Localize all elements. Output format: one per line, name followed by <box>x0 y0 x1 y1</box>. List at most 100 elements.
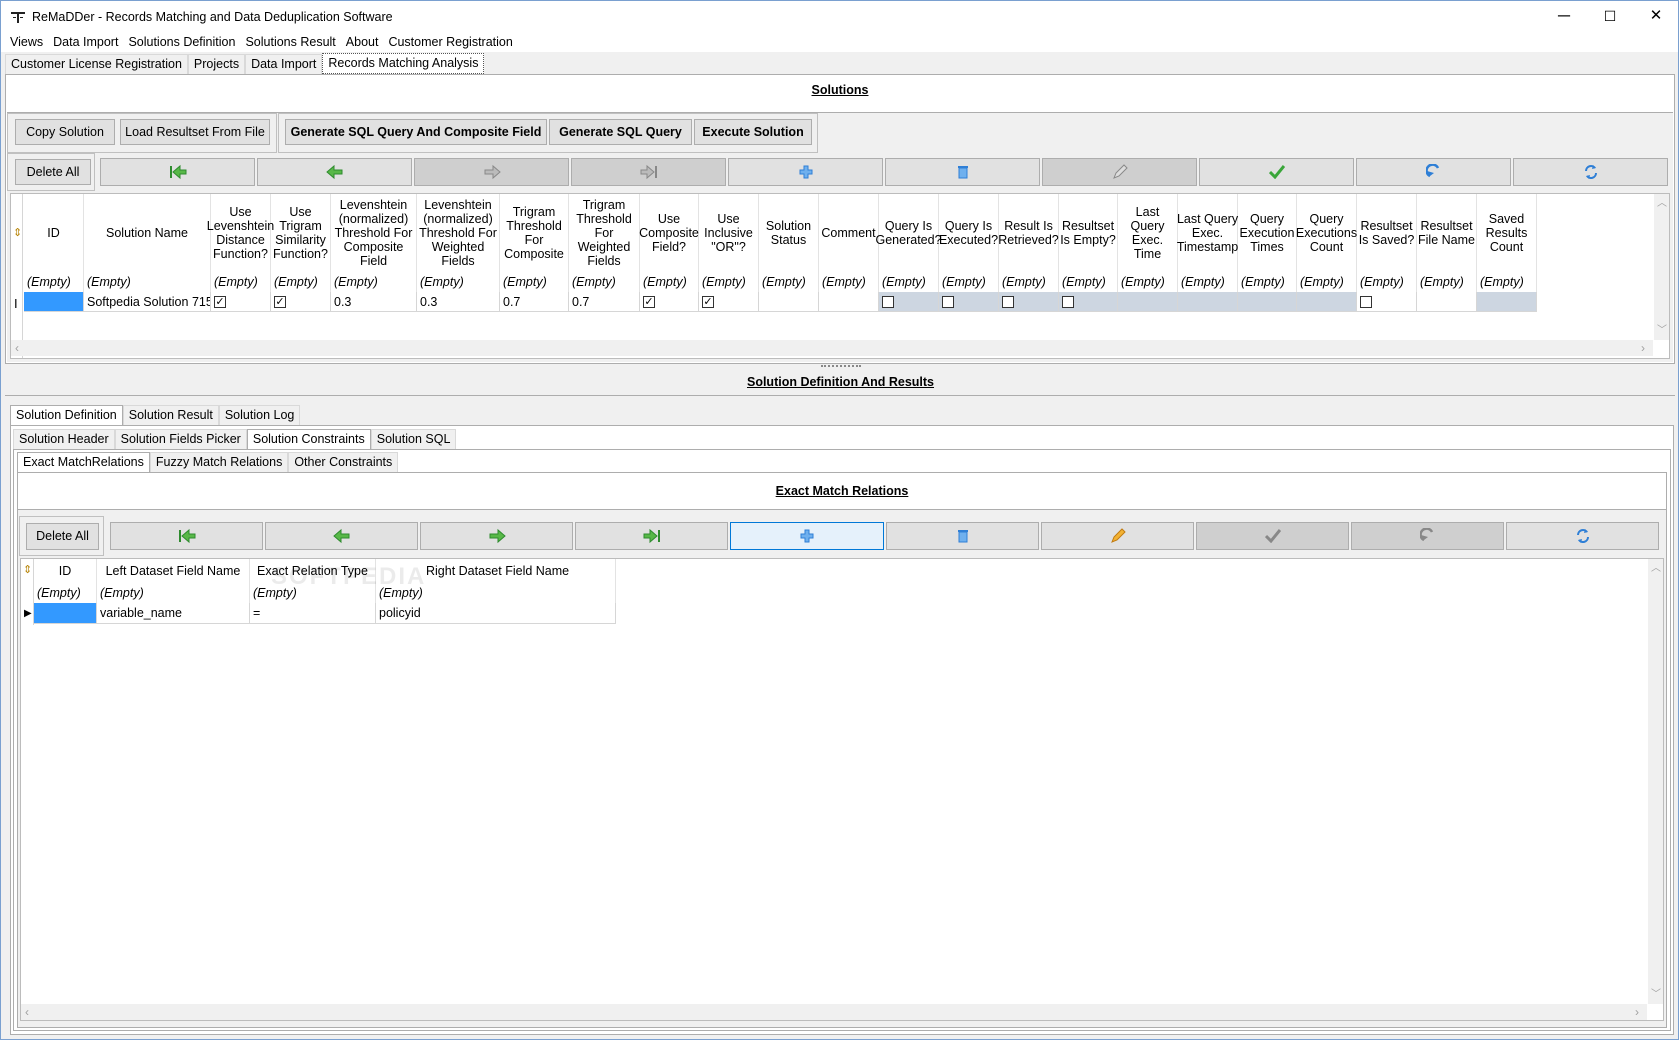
tab-data-import[interactable]: Data Import <box>245 54 323 74</box>
cell-query-generated[interactable] <box>879 292 939 312</box>
tab-projects[interactable]: Projects <box>187 54 246 74</box>
cell-use-inclusive-or[interactable]: ✓ <box>699 292 759 312</box>
tab-exact-match-relations[interactable]: Exact MatchRelations <box>17 452 150 472</box>
scroll-right-icon[interactable]: › <box>1641 340 1645 356</box>
col-header-resultset-saved[interactable]: Resultset Is Saved? <box>1357 194 1417 272</box>
filter-cell[interactable]: (Empty) <box>1297 272 1357 292</box>
cell-id[interactable] <box>34 603 97 624</box>
cell-comment[interactable] <box>819 292 879 312</box>
filter-cell[interactable]: (Empty) <box>1238 272 1297 292</box>
delete-record-button[interactable] <box>885 158 1040 186</box>
post-edit-button[interactable] <box>1199 158 1354 186</box>
cell-relation-type[interactable]: = <box>250 603 376 624</box>
tab-other-constraints[interactable]: Other Constraints <box>288 452 399 472</box>
col-header-use-levenshtein[interactable]: Use Levenshtein Distance Function? <box>207 194 274 272</box>
add-record-button[interactable] <box>728 158 883 186</box>
col-header-id[interactable]: ID <box>24 194 84 272</box>
minimize-button[interactable]: ─ <box>1541 1 1587 32</box>
refresh-button[interactable] <box>1513 158 1668 186</box>
col-header-executions-count[interactable]: Query Executions Count <box>1296 194 1357 272</box>
cell-result-retrieved[interactable] <box>999 292 1059 312</box>
col-header-query-generated[interactable]: Query Is Generated? <box>876 194 942 272</box>
menu-about[interactable]: About <box>341 32 384 52</box>
exact-add-button[interactable] <box>730 522 884 550</box>
col-header-query-executed[interactable]: Query Is Executed? <box>939 194 999 272</box>
scroll-down-icon[interactable]: ﹀ <box>1654 321 1669 336</box>
exact-last-button[interactable] <box>575 522 728 550</box>
scroll-left-icon[interactable]: ‹ <box>15 341 19 355</box>
exact-delete-button[interactable] <box>886 522 1039 550</box>
tab-solution-sql[interactable]: Solution SQL <box>370 429 457 449</box>
tab-fuzzy-match-relations[interactable]: Fuzzy Match Relations <box>149 452 289 472</box>
cell-resultset-file-name[interactable] <box>1417 292 1477 312</box>
checkbox-unchecked[interactable] <box>942 295 954 308</box>
exact-next-button[interactable] <box>420 522 573 550</box>
vertical-scrollbar[interactable]: ︿ ﹀ <box>1654 194 1669 340</box>
filter-cell[interactable]: (Empty) <box>640 272 699 292</box>
filter-cell[interactable]: (Empty) <box>699 272 759 292</box>
exact-post-button[interactable] <box>1196 522 1349 550</box>
cell-saved-results-count[interactable] <box>1477 292 1537 312</box>
filter-cell[interactable]: (Empty) <box>879 272 939 292</box>
tab-solution-fields-picker[interactable]: Solution Fields Picker <box>114 429 247 449</box>
filter-cell[interactable]: (Empty) <box>271 272 331 292</box>
edit-record-button[interactable] <box>1042 158 1197 186</box>
execute-solution-button[interactable]: Execute Solution <box>694 119 812 145</box>
filter-cell[interactable]: (Empty) <box>939 272 999 292</box>
cell-last-exec-time[interactable] <box>1118 292 1178 312</box>
col-header-last-exec-timestamp[interactable]: Last Query Exec. Timestamp <box>1177 194 1238 272</box>
col-header-lev-threshold-composite[interactable]: Levenshtein (normalized) Threshold For C… <box>331 194 417 272</box>
col-header-lev-threshold-weighted[interactable]: Levenshtein (normalized) Threshold For W… <box>417 194 500 272</box>
filter-cell[interactable]: (Empty) <box>1059 272 1118 292</box>
cell-trigram-threshold-composite[interactable]: 0.7 <box>500 292 569 312</box>
col-header-resultset-file-name[interactable]: Resultset File Name <box>1417 194 1477 272</box>
col-header-use-composite[interactable]: Use Composite Field? <box>639 194 699 272</box>
cell-query-executed[interactable] <box>939 292 999 312</box>
checkbox-checked[interactable]: ✓ <box>274 295 286 308</box>
cell-last-exec-timestamp[interactable] <box>1178 292 1238 312</box>
checkbox-unchecked[interactable] <box>1062 295 1074 308</box>
col-header-trigram-threshold-composite[interactable]: Trigram Threshold For Composite <box>500 194 569 272</box>
col-header-last-exec-time[interactable]: Last Query Exec. Time <box>1118 194 1178 272</box>
tab-records-matching-analysis[interactable]: Records Matching Analysis <box>322 53 485 74</box>
cell-use-composite[interactable]: ✓ <box>640 292 699 312</box>
sort-arrows-icon[interactable]: ⇕ <box>13 226 22 239</box>
filter-cell[interactable]: (Empty) <box>999 272 1059 292</box>
copy-solution-button[interactable]: Copy Solution <box>15 119 115 145</box>
menu-customer-registration[interactable]: Customer Registration <box>383 32 517 52</box>
filter-cell[interactable]: (Empty) <box>1477 272 1537 292</box>
cell-execution-times[interactable] <box>1238 292 1297 312</box>
tab-solution-constraints[interactable]: Solution Constraints <box>246 429 371 449</box>
scroll-up-icon[interactable]: ︿ <box>1654 194 1669 209</box>
menu-solutions-definition[interactable]: Solutions Definition <box>123 32 240 52</box>
sort-arrows-icon[interactable]: ⇕ <box>23 563 32 576</box>
splitter-handle[interactable] <box>821 365 861 369</box>
filter-cell[interactable]: (Empty) <box>211 272 271 292</box>
solutions-grid[interactable]: ⇕ I ID Solution Name Use Levenshtein Dis… <box>10 193 1670 359</box>
tab-solution-header[interactable]: Solution Header <box>13 429 115 449</box>
cell-resultset-empty[interactable] <box>1059 292 1118 312</box>
generate-sql-composite-button[interactable]: Generate SQL Query And Composite Field <box>285 119 547 145</box>
col-header-saved-results-count[interactable]: Saved Results Count <box>1477 194 1537 272</box>
filter-cell[interactable]: (Empty) <box>1417 272 1477 292</box>
filter-cell[interactable]: (Empty) <box>1118 272 1178 292</box>
cell-use-trigram[interactable]: ✓ <box>271 292 331 312</box>
scroll-right-icon[interactable]: › <box>1635 1004 1639 1020</box>
close-button[interactable]: ✕ <box>1633 1 1679 32</box>
cell-solution-name[interactable]: Softpedia Solution 71592 <box>84 292 211 312</box>
filter-cell[interactable]: (Empty) <box>819 272 879 292</box>
col-header-execution-times[interactable]: Query Execution Times <box>1238 194 1297 272</box>
filter-cell[interactable]: (Empty) <box>759 272 819 292</box>
exact-edit-button[interactable] <box>1041 522 1194 550</box>
exact-cancel-button[interactable] <box>1351 522 1504 550</box>
first-record-button[interactable] <box>100 158 255 186</box>
tab-solution-definition[interactable]: Solution Definition <box>10 405 123 425</box>
checkbox-checked[interactable]: ✓ <box>702 295 714 308</box>
col-header-use-trigram[interactable]: Use Trigram Similarity Function? <box>271 194 331 272</box>
vertical-scrollbar[interactable]: ︿ ﹀ <box>1648 559 1663 1004</box>
col-header-comment[interactable]: Comment <box>819 194 879 272</box>
col-header-solution-name[interactable]: Solution Name <box>84 194 211 272</box>
col-header-id[interactable]: ID <box>34 559 97 583</box>
cell-left-field[interactable]: variable_name <box>97 603 250 624</box>
col-header-use-inclusive-or[interactable]: Use Inclusive "OR"? <box>699 194 759 272</box>
